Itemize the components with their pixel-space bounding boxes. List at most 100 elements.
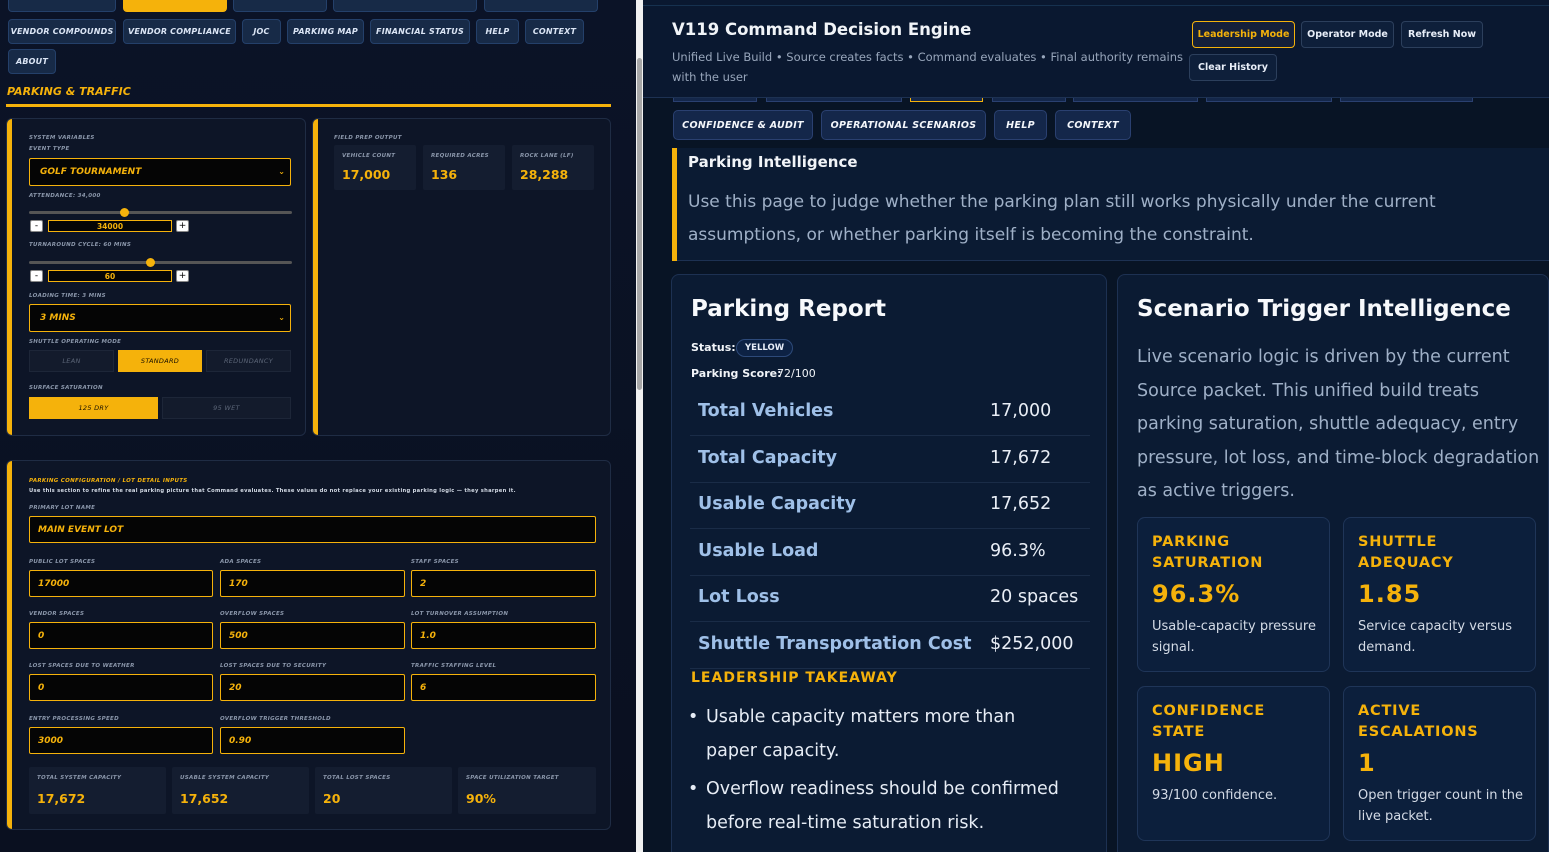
shuttle-mode-label: Shuttle Operating Mode (29, 339, 122, 345)
chevron-down-icon: ⌄ (278, 167, 285, 176)
attendance-minus-button[interactable]: - (30, 220, 43, 232)
parking-report-title: Parking Report (691, 296, 887, 322)
attendance-slider[interactable] (29, 211, 292, 214)
table-row: Usable Load 96.3% (690, 529, 1090, 576)
ada-spaces-input[interactable]: 170 (220, 570, 405, 597)
tab-stub-active[interactable] (123, 0, 227, 12)
stat-value: 17,652 (180, 791, 229, 806)
turnaround-minus-button[interactable]: - (30, 270, 43, 282)
primary-lot-input[interactable]: Main Event Lot (29, 516, 596, 543)
public-lot-spaces-input[interactable]: 17000 (29, 570, 213, 597)
attendance-plus-button[interactable]: + (176, 220, 189, 232)
tab-help[interactable]: Help (476, 19, 519, 44)
field-prep-panel: Field Prep Output Vehicle Count 17,000 R… (312, 118, 611, 436)
score-value: 72/100 (777, 367, 816, 380)
left-scrollbar[interactable] (636, 0, 643, 852)
row-label: Total Vehicles (698, 401, 834, 421)
tab-context[interactable]: Context (525, 19, 584, 44)
tab-stub[interactable] (484, 0, 598, 12)
tab-joc[interactable]: JOC (242, 19, 281, 44)
vendor-spaces-input[interactable]: 0 (29, 622, 213, 649)
table-row: Shuttle Transportation Cost $252,000 (690, 622, 1090, 669)
field-label: Lost Spaces Due To Weather (29, 663, 135, 669)
shuttle-mode-standard[interactable]: Standard (118, 350, 202, 372)
stat-label: Space Utilization Target (466, 775, 559, 781)
metric-title: Confidence State (1152, 703, 1266, 740)
surface-dry-option[interactable]: 125 Dry (29, 397, 158, 419)
shuttle-mode-redundancy[interactable]: Redundancy (206, 350, 291, 372)
loading-time-label: Loading Time: 3 Mins (29, 293, 106, 299)
stat-label: Usable System Capacity (180, 775, 270, 781)
clear-history-button[interactable]: Clear History (1189, 54, 1277, 81)
traffic-staffing-input[interactable]: 6 (411, 674, 596, 701)
bullet-icon: • (688, 707, 699, 727)
turnaround-slider-thumb[interactable] (145, 258, 155, 267)
row-value: 17,672 (990, 448, 1052, 468)
lot-turnover-input[interactable]: 1.0 (411, 622, 596, 649)
field-label: Entry Processing Speed (29, 716, 119, 722)
tab-operational-scenarios[interactable]: Operational Scenarios (821, 110, 986, 140)
list-item: • Overflow readiness should be confirmed … (688, 772, 1068, 840)
event-type-select[interactable]: Golf Tournament ⌄ (29, 158, 291, 186)
tab-financial-status[interactable]: Financial Status (370, 19, 470, 44)
active-escalations-card: Active Escalations 1 Open trigger count … (1343, 686, 1536, 841)
turnaround-plus-button[interactable]: + (176, 270, 189, 282)
overflow-threshold-input[interactable]: 0.90 (220, 727, 405, 754)
event-type-value: Golf Tournament (40, 167, 142, 177)
tab-stub[interactable] (333, 0, 477, 12)
confidence-state-card: Confidence State HIGH 93/100 confidence. (1137, 686, 1330, 841)
field-label: Lot Turnover Assumption (411, 611, 509, 617)
loading-time-value: 3 Mins (40, 313, 76, 323)
surface-wet-option[interactable]: 95 Wet (162, 397, 291, 419)
loading-time-select[interactable]: 3 Mins ⌄ (29, 304, 291, 332)
score-label: Parking Score: (691, 367, 782, 380)
lot-config-panel: Parking Configuration / Lot Detail Input… (6, 460, 611, 830)
total-capacity-stat: Total System Capacity 17,672 (29, 767, 166, 814)
tab-vendor-compounds[interactable]: Vendor Compounds (8, 19, 116, 44)
tab-stub[interactable] (233, 0, 327, 12)
tab-vendor-compliance[interactable]: Vendor Compliance (123, 19, 236, 44)
scenario-text: Live scenario logic is driven by the cur… (1137, 347, 1540, 501)
metric-title: Shuttle Adequacy (1358, 534, 1454, 571)
operator-mode-button[interactable]: Operator Mode (1301, 21, 1394, 48)
stat-label: Total Lost Spaces (323, 775, 391, 781)
staff-spaces-input[interactable]: 2 (411, 570, 596, 597)
security-lost-input[interactable]: 20 (220, 674, 405, 701)
turnaround-slider[interactable] (29, 261, 292, 264)
shuttle-mode-lean[interactable]: Lean (29, 350, 114, 372)
stat-label: Required Acres (431, 153, 489, 159)
metric-value: HIGH (1152, 749, 1225, 777)
intel-title: Parking Intelligence (688, 153, 858, 171)
weather-lost-input[interactable]: 0 (29, 674, 213, 701)
tab-about[interactable]: About (8, 49, 56, 74)
tab-confidence-audit[interactable]: Confidence & Audit (673, 110, 813, 140)
section-title: Parking & Traffic (7, 85, 131, 98)
tab-context[interactable]: Context (1055, 110, 1131, 140)
attendance-input[interactable]: 34000 (48, 220, 172, 232)
stat-value: 90% (466, 791, 496, 806)
table-row: Total Capacity 17,672 (690, 436, 1090, 483)
entry-speed-input[interactable]: 3000 (29, 727, 213, 754)
stat-value: 17,000 (342, 167, 391, 182)
tab-help[interactable]: Help (994, 110, 1047, 140)
tab-parking-map[interactable]: Parking Map (287, 19, 364, 44)
overflow-spaces-input[interactable]: 500 (220, 622, 405, 649)
attendance-slider-thumb[interactable] (119, 208, 129, 217)
tab-stub[interactable] (8, 0, 116, 12)
takeaway-title: Leadership Takeaway (691, 670, 898, 686)
scenario-title: Scenario Trigger Intelligence (1137, 296, 1511, 322)
metric-title: Parking Saturation (1152, 534, 1264, 571)
leadership-mode-button[interactable]: Leadership Mode (1192, 21, 1295, 48)
takeaway-list: • Usable capacity matters more than paper… (688, 700, 1068, 840)
stat-label: Vehicle Count (342, 153, 396, 159)
stat-value: 20 (323, 791, 341, 806)
lot-config-description: Use this section to refine the real park… (29, 488, 516, 494)
turnaround-input[interactable]: 60 (48, 270, 172, 282)
row-value: $252,000 (990, 634, 1074, 654)
stat-value: 17,672 (37, 791, 86, 806)
field-label: Overflow Trigger Threshold (220, 716, 331, 722)
refresh-now-button[interactable]: Refresh Now (1401, 21, 1483, 48)
row-label: Total Capacity (698, 448, 838, 468)
left-scrollbar-thumb[interactable] (637, 58, 642, 390)
status-badge: YELLOW (736, 339, 794, 357)
